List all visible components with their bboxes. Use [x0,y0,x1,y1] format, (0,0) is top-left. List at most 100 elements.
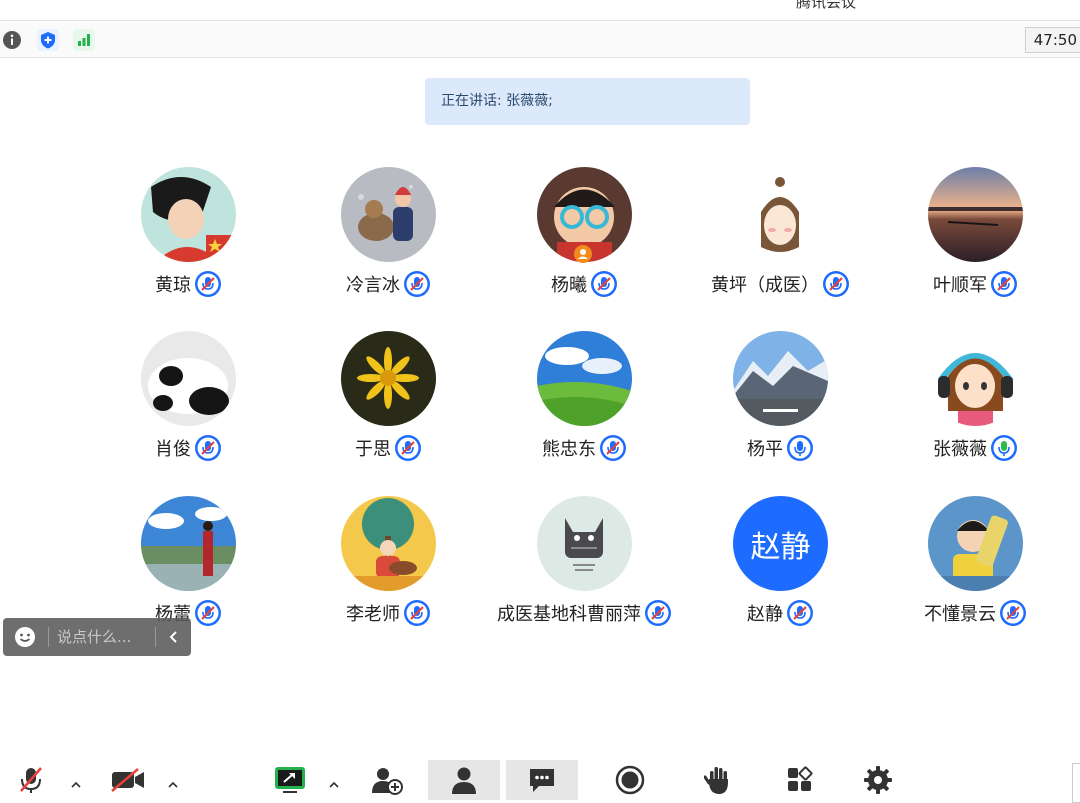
raise-hand-button[interactable] [700,760,736,800]
mic-muted-icon[interactable] [991,271,1017,297]
mic-muted-icon[interactable] [787,600,813,626]
participant-tile[interactable]: 黄坪（成医） [680,167,880,307]
invite-button[interactable] [366,760,406,800]
mic-muted-icon[interactable] [823,271,849,297]
participant-name-row: 成医基地科曹丽萍 [484,600,684,626]
participant-tile[interactable]: 于思 [288,331,488,471]
shield-icon[interactable] [36,28,60,52]
mic-muted-icon[interactable] [195,271,221,297]
mute-mic-button[interactable] [14,760,48,800]
participant-name: 黄琼 [155,275,191,296]
record-button[interactable] [612,760,648,800]
mic-muted-icon[interactable] [404,271,430,297]
participant-tile[interactable]: 肖俊 [88,331,288,471]
participant-tile[interactable]: 叶顺军 [875,167,1075,307]
chevron-up-icon[interactable] [166,778,180,792]
info-icon[interactable] [0,28,24,52]
host-badge-icon [574,245,592,263]
avatar [733,331,828,426]
participant-tile[interactable]: 李老师 [288,496,488,636]
chevron-up-icon[interactable] [69,778,83,792]
mic-muted-icon[interactable] [195,435,221,461]
participant-name: 于思 [355,439,391,460]
invite-icon [372,768,403,795]
mic-muted-icon[interactable] [600,435,626,461]
participant-name-row: 肖俊 [88,435,288,461]
mic-muted-icon[interactable] [645,600,671,626]
stop-video-button[interactable] [108,760,148,800]
top-bar: 47:50 [0,20,1080,58]
avatar [141,496,236,591]
chat-icon [530,769,554,792]
avatar [537,496,632,591]
avatar [928,331,1023,426]
avatar [537,331,632,426]
participant-name-row: 张薇薇 [875,435,1075,461]
avatar: 赵静 [733,496,828,591]
app-title: 腾讯会议 [796,0,857,11]
participant-tile[interactable]: 张薇薇 [875,331,1075,471]
participant-name: 赵静 [747,604,783,625]
participant-name: 叶顺军 [933,275,987,296]
participant-tile[interactable]: 熊忠东 [484,331,684,471]
mic-muted-icon[interactable] [1000,600,1026,626]
apps-button[interactable] [782,760,818,800]
participant-name-row: 杨曦 [484,271,684,297]
participant-name-row: 黄琼 [88,271,288,297]
divider [155,627,156,647]
mic-muted-icon[interactable] [395,435,421,461]
avatar [928,167,1023,262]
emoji-icon[interactable] [14,626,36,648]
raise-hand-icon [704,767,728,794]
mute-mic-icon [20,767,42,793]
participant-tile[interactable]: 赵静 赵静 [680,496,880,636]
participant-tile[interactable]: 杨蕾 [88,496,288,636]
participant-name: 黄坪（成医） [711,275,819,296]
participant-name: 杨平 [747,439,783,460]
participant-name: 熊忠东 [542,439,596,460]
participant-name-row: 不懂景云 [875,600,1075,626]
chat-quick-box [3,618,191,656]
stop-video-icon [111,768,144,792]
speaking-banner: 正在讲话: 张薇薇; [425,78,750,125]
participant-tile[interactable]: 不懂景云 [875,496,1075,636]
participant-name: 李老师 [346,604,400,625]
participant-name: 成医基地科曹丽萍 [497,604,641,625]
participant-name-row: 冷言冰 [288,271,488,297]
participant-name: 冷言冰 [346,275,400,296]
panel-edge [1072,763,1080,803]
participant-name: 杨曦 [551,275,587,296]
settings-button[interactable] [860,760,896,800]
participant-tile[interactable]: 冷言冰 [288,167,488,307]
apps-icon [788,766,813,791]
participant-name: 张薇薇 [933,439,987,460]
chevron-up-icon[interactable] [327,778,341,792]
signal-icon[interactable] [72,28,96,52]
participants-button[interactable] [428,760,500,800]
participant-name-row: 于思 [288,435,488,461]
participant-tile[interactable]: 成医基地科曹丽萍 [484,496,684,636]
participant-name-row: 黄坪（成医） [680,271,880,297]
participant-name-row: 杨平 [680,435,880,461]
share-screen-icon [275,767,305,793]
mic-muted-icon[interactable] [404,600,430,626]
share-screen-button[interactable] [272,760,308,800]
divider [48,627,49,647]
mic-muted-icon[interactable] [195,600,221,626]
avatar [928,496,1023,591]
avatar [733,167,828,262]
avatar [341,331,436,426]
mic-muted-icon[interactable] [591,271,617,297]
avatar [141,331,236,426]
mic-speaking-icon[interactable] [991,435,1017,461]
mic-on-icon[interactable] [787,435,813,461]
participant-name-row: 李老师 [288,600,488,626]
participant-tile[interactable]: 黄琼 [88,167,288,307]
gear-icon [864,766,892,794]
chat-input[interactable] [57,622,149,652]
chat-button[interactable] [506,760,578,800]
chevron-left-icon[interactable] [163,626,185,648]
participant-tile[interactable]: 杨平 [680,331,880,471]
participant-tile[interactable]: 杨曦 [484,167,684,307]
avatar [341,167,436,262]
